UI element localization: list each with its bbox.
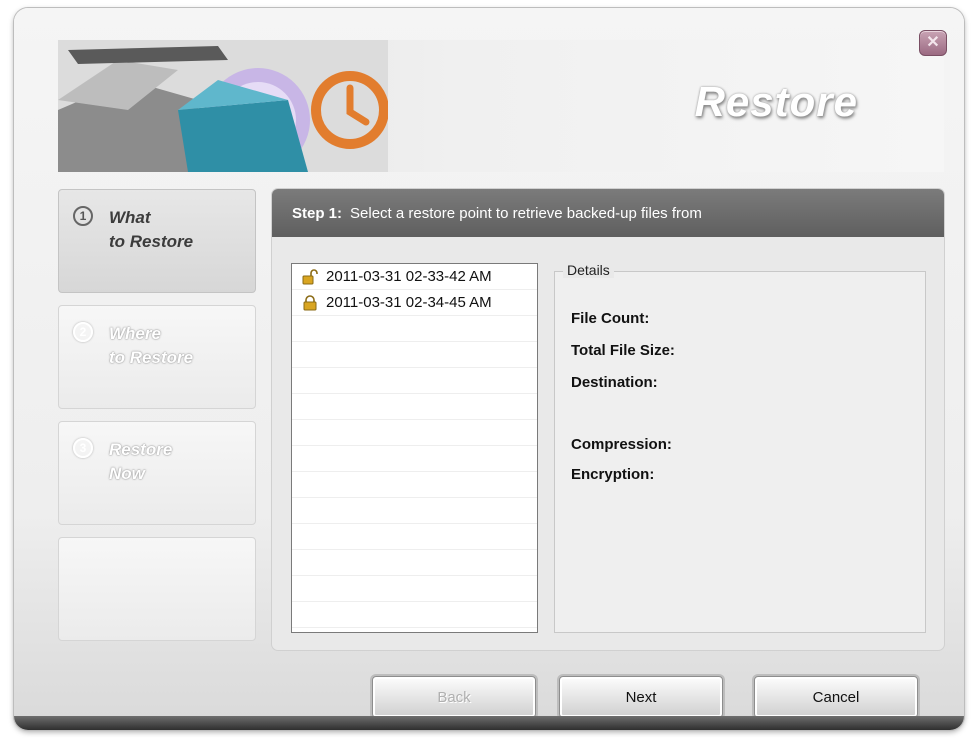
total-file-size-label: Total File Size: [571,342,675,359]
empty-row [292,368,537,394]
content-panel: Step 1: Select a restore point to retrie… [272,189,944,650]
panel-header: Step 1: Select a restore point to retrie… [272,189,944,237]
close-button[interactable]: ✕ [919,30,947,56]
file-count-label: File Count: [571,310,650,327]
backup-disc-illustration [58,40,388,172]
step-label-line1: Where [109,324,161,343]
step-number-1: 1 [73,206,93,226]
step-number-3: 3 [73,438,93,458]
step-where-to-restore: 2 Where to Restore [58,305,256,409]
next-button[interactable]: Next [559,676,723,718]
unlocked-padlock-icon [302,268,318,284]
empty-row [292,394,537,420]
restore-point-label: 2011-03-31 02-34-45 AM [326,294,492,311]
step-label: Where to Restore [109,322,249,370]
empty-row [292,420,537,446]
empty-row [292,602,537,628]
step-instruction: Select a restore point to retrieve backe… [350,204,702,222]
compression-label: Compression: [571,436,672,453]
step-label-line2: to Restore [109,232,194,251]
step-label: Restore Now [109,438,249,486]
cancel-button[interactable]: Cancel [754,676,918,718]
close-icon: ✕ [926,34,940,51]
empty-row [292,550,537,576]
destination-label: Destination: [571,374,658,391]
step-empty-slot [58,537,256,641]
restore-point-list[interactable]: 2011-03-31 02-33-42 AM 2011-03-31 02-34-… [291,263,538,633]
step-label-line2: to Restore [109,348,194,367]
encryption-label: Encryption: [571,466,655,483]
back-button[interactable]: Back [372,676,536,718]
empty-row [292,472,537,498]
list-item[interactable]: 2011-03-31 02-33-42 AM [292,264,537,290]
step-label: What to Restore [109,206,249,254]
restore-window: Restore ✕ 1 What to Restore 2 Where to R… [14,8,964,730]
header-banner: Restore [58,40,944,172]
empty-row [292,576,537,602]
empty-row [292,524,537,550]
empty-row [292,446,537,472]
step-tag: Step 1: [292,204,343,222]
step-label-line2: Now [109,464,145,483]
restore-point-label: 2011-03-31 02-33-42 AM [326,268,492,285]
details-legend: Details [563,262,614,278]
step-what-to-restore[interactable]: 1 What to Restore [58,189,256,293]
step-label-line1: Restore [109,440,173,459]
details-group: Details File Count: Total File Size: Des… [554,262,926,633]
list-item[interactable]: 2011-03-31 02-34-45 AM [292,290,537,316]
empty-row [292,342,537,368]
step-label-line1: What [109,208,151,227]
empty-row [292,498,537,524]
step-restore-now: 3 Restore Now [58,421,256,525]
banner-title: Restore [694,78,858,125]
step-number-2: 2 [73,322,93,342]
empty-row [292,316,537,342]
locked-padlock-icon [303,294,317,310]
